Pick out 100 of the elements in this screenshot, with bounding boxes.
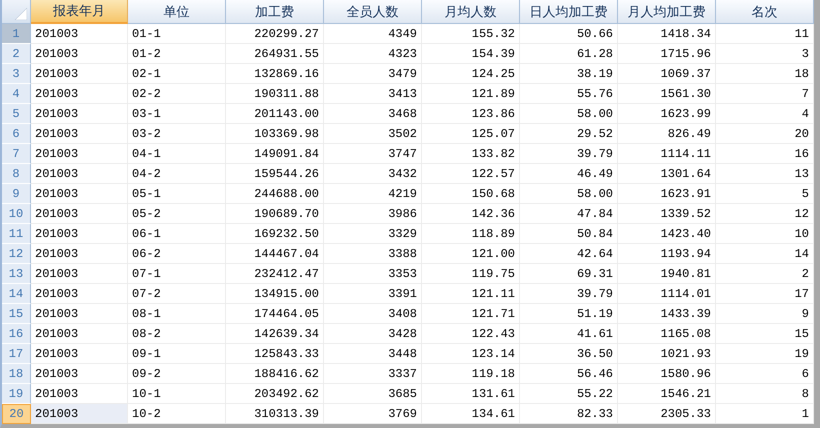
table-cell: 1418.34 [618, 24, 716, 44]
table-cell: 201003 [31, 364, 128, 384]
column-header[interactable]: 单位 [128, 0, 226, 24]
table-cell: 1546.21 [618, 384, 716, 404]
table-cell: 82.33 [520, 404, 618, 424]
row-header[interactable]: 8 [2, 164, 31, 184]
table-cell: 29.52 [520, 124, 618, 144]
table-cell: 118.89 [422, 224, 520, 244]
table-cell: 19 [716, 344, 814, 364]
table-cell: 38.19 [520, 64, 618, 84]
table-cell: 3408 [324, 304, 422, 324]
table-cell: 121.89 [422, 84, 520, 104]
table-cell: 12 [716, 204, 814, 224]
table-cell: 190689.70 [226, 204, 324, 224]
column-header[interactable]: 加工费 [226, 0, 324, 24]
row-header[interactable]: 20 [2, 404, 31, 424]
table-cell: 4349 [324, 24, 422, 44]
table-cell: 201143.00 [226, 104, 324, 124]
column-header[interactable]: 报表年月 [31, 0, 128, 24]
row-header[interactable]: 6 [2, 124, 31, 144]
table-cell: 133.82 [422, 144, 520, 164]
table-cell: 1 [716, 404, 814, 424]
table-cell: 1623.91 [618, 184, 716, 204]
table-cell: 39.79 [520, 284, 618, 304]
table-cell: 13 [716, 164, 814, 184]
table-cell: 58.00 [520, 184, 618, 204]
table-cell: 125843.33 [226, 344, 324, 364]
row-header[interactable]: 12 [2, 244, 31, 264]
table-cell: 6 [716, 364, 814, 384]
table-cell: 46.49 [520, 164, 618, 184]
table-cell: 14 [716, 244, 814, 264]
row-header[interactable]: 14 [2, 284, 31, 304]
row-header[interactable]: 4 [2, 84, 31, 104]
row-header[interactable]: 11 [2, 224, 31, 244]
table-cell: 3479 [324, 64, 422, 84]
table-cell: 132869.16 [226, 64, 324, 84]
row-header[interactable]: 9 [2, 184, 31, 204]
table-cell: 3428 [324, 324, 422, 344]
table-cell: 201003 [31, 244, 128, 264]
table-cell: 3502 [324, 124, 422, 144]
row-header[interactable]: 3 [2, 64, 31, 84]
table-cell: 1715.96 [618, 44, 716, 64]
table-cell: 123.86 [422, 104, 520, 124]
row-header[interactable]: 18 [2, 364, 31, 384]
table-cell: 17 [716, 284, 814, 304]
row-header[interactable]: 7 [2, 144, 31, 164]
table-cell: 123.14 [422, 344, 520, 364]
table-cell: 05-1 [128, 184, 226, 204]
table-cell: 47.84 [520, 204, 618, 224]
table-cell: 39.79 [520, 144, 618, 164]
column-header[interactable]: 月均人数 [422, 0, 520, 24]
table-cell: 9 [716, 304, 814, 324]
table-cell: 09-2 [128, 364, 226, 384]
table-cell: 2 [716, 264, 814, 284]
table-cell: 201003 [31, 84, 128, 104]
table-cell: 310313.39 [226, 404, 324, 424]
column-header[interactable]: 名次 [716, 0, 814, 24]
row-header[interactable]: 2 [2, 44, 31, 64]
column-header[interactable]: 日人均加工费 [520, 0, 618, 24]
select-all-icon[interactable] [15, 8, 27, 20]
table-cell: 69.31 [520, 264, 618, 284]
table-cell: 1940.81 [618, 264, 716, 284]
row-header[interactable]: 15 [2, 304, 31, 324]
table-cell: 8 [716, 384, 814, 404]
table-cell: 3329 [324, 224, 422, 244]
row-header[interactable]: 13 [2, 264, 31, 284]
table-cell: 1301.64 [618, 164, 716, 184]
table-cell: 121.00 [422, 244, 520, 264]
table-cell: 1623.99 [618, 104, 716, 124]
table-cell: 201003 [31, 144, 128, 164]
table-cell: 201003 [31, 124, 128, 144]
table-cell: 826.49 [618, 124, 716, 144]
table-cell: 1069.37 [618, 64, 716, 84]
table-cell: 201003 [31, 64, 128, 84]
table-cell: 169232.50 [226, 224, 324, 244]
table-cell: 4 [716, 104, 814, 124]
table-cell: 201003 [31, 104, 128, 124]
row-header[interactable]: 5 [2, 104, 31, 124]
table-cell: 07-1 [128, 264, 226, 284]
table-cell: 122.43 [422, 324, 520, 344]
table-cell: 150.68 [422, 184, 520, 204]
row-header[interactable]: 16 [2, 324, 31, 344]
table-cell: 1165.08 [618, 324, 716, 344]
table-cell: 08-1 [128, 304, 226, 324]
row-header[interactable]: 19 [2, 384, 31, 404]
row-header[interactable]: 17 [2, 344, 31, 364]
table-cell: 1193.94 [618, 244, 716, 264]
column-header[interactable]: 全员人数 [324, 0, 422, 24]
table-cell: 188416.62 [226, 364, 324, 384]
column-header[interactable]: 月人均加工费 [618, 0, 716, 24]
table-cell: 201003 [31, 224, 128, 244]
row-header[interactable]: 10 [2, 204, 31, 224]
table-cell: 3413 [324, 84, 422, 104]
table-cell: 10-1 [128, 384, 226, 404]
table-cell: 3388 [324, 244, 422, 264]
table-cell: 06-2 [128, 244, 226, 264]
table-cell: 16 [716, 144, 814, 164]
table-cell: 05-2 [128, 204, 226, 224]
row-header[interactable]: 1 [2, 24, 31, 44]
table-cell: 131.61 [422, 384, 520, 404]
